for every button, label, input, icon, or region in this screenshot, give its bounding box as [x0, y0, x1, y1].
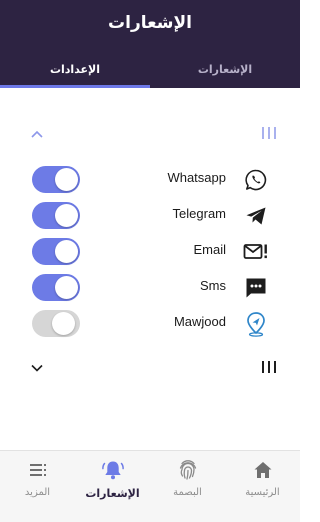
notification-group-header	[29, 124, 276, 144]
notification-row-email: Email	[0, 235, 300, 267]
drag-handle-icon[interactable]	[262, 127, 276, 141]
bottom-navigation: الرئيسية البصمة الإشعارات المزيد	[0, 450, 300, 522]
chevron-up-icon[interactable]	[29, 124, 45, 144]
sms-icon	[243, 275, 269, 301]
notification-row-telegram: Telegram	[0, 199, 300, 231]
fingerprint-icon	[150, 459, 225, 481]
nav-label: البصمة	[173, 487, 202, 498]
home-icon	[225, 459, 300, 481]
chevron-down-icon[interactable]	[29, 358, 45, 378]
toggle-knob	[55, 168, 78, 191]
row-label: Sms	[200, 278, 226, 293]
more-menu-icon	[0, 459, 75, 481]
nav-fingerprint[interactable]: البصمة	[150, 451, 225, 522]
row-label: Mawjood	[173, 314, 226, 329]
toggle-knob	[52, 312, 75, 335]
whatsapp-icon	[243, 167, 269, 193]
mawjood-location-icon	[243, 311, 269, 337]
notification-group-header-collapsed	[29, 358, 276, 378]
nav-label: المزيد	[24, 487, 51, 498]
toggle-knob	[55, 240, 78, 263]
row-label: Email	[193, 242, 226, 257]
notification-row-whatsapp: Whatsapp	[0, 163, 300, 195]
email-alert-icon	[243, 239, 269, 265]
toggle-knob	[55, 204, 78, 227]
email-toggle[interactable]	[32, 238, 80, 265]
notification-row-sms: Sms	[0, 271, 300, 303]
telegram-icon	[243, 203, 269, 229]
sms-toggle[interactable]	[32, 274, 80, 301]
nav-home[interactable]: الرئيسية	[225, 451, 300, 522]
row-label: Whatsapp	[167, 170, 226, 185]
notification-row-mawjood: Mawjood	[0, 307, 300, 339]
drag-handle-icon[interactable]	[262, 361, 276, 375]
nav-label: الرئيسية	[245, 487, 280, 498]
whatsapp-toggle[interactable]	[32, 166, 80, 193]
app-header: الإشعارات الإعدادات الإشعارات	[0, 0, 300, 88]
nav-more[interactable]: المزيد	[0, 451, 75, 522]
telegram-toggle[interactable]	[32, 202, 80, 229]
nav-label: الإشعارات	[85, 487, 140, 500]
mawjood-toggle[interactable]	[32, 310, 80, 337]
bell-icon	[75, 459, 150, 481]
tab-bar: الإعدادات الإشعارات	[0, 52, 300, 88]
tab-notifications[interactable]: الإشعارات	[150, 52, 300, 88]
tab-settings[interactable]: الإعدادات	[0, 52, 150, 88]
nav-notifications[interactable]: الإشعارات	[75, 451, 150, 522]
active-tab-indicator	[0, 85, 150, 88]
row-label: Telegram	[172, 206, 226, 221]
toggle-knob	[55, 276, 78, 299]
page-title: الإشعارات	[108, 13, 192, 33]
